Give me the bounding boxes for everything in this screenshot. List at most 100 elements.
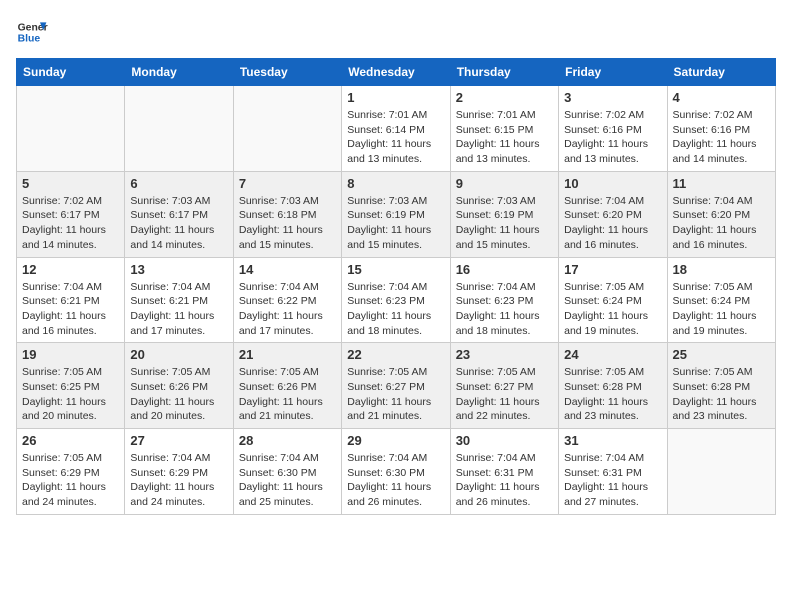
day-number: 29: [347, 433, 444, 448]
calendar-cell: 4 Sunrise: 7:02 AMSunset: 6:16 PMDaylight…: [667, 86, 775, 172]
day-info: Sunrise: 7:04 AMSunset: 6:23 PMDaylight:…: [347, 280, 444, 339]
day-number: 4: [673, 90, 770, 105]
day-number: 21: [239, 347, 336, 362]
day-number: 31: [564, 433, 661, 448]
day-info: Sunrise: 7:04 AMSunset: 6:20 PMDaylight:…: [564, 194, 661, 253]
day-number: 2: [456, 90, 553, 105]
day-info: Sunrise: 7:03 AMSunset: 6:19 PMDaylight:…: [456, 194, 553, 253]
day-info: Sunrise: 7:04 AMSunset: 6:20 PMDaylight:…: [673, 194, 770, 253]
day-number: 20: [130, 347, 227, 362]
calendar-cell: [125, 86, 233, 172]
col-header-saturday: Saturday: [667, 59, 775, 86]
calendar-cell: 18 Sunrise: 7:05 AMSunset: 6:24 PMDayligh…: [667, 257, 775, 343]
calendar-cell: 29 Sunrise: 7:04 AMSunset: 6:30 PMDayligh…: [342, 429, 450, 515]
calendar-cell: 13 Sunrise: 7:04 AMSunset: 6:21 PMDayligh…: [125, 257, 233, 343]
calendar-week-5: 26Sunrise: 7:05 AMSunset: 6:29 PMDayligh…: [17, 429, 776, 515]
calendar-cell: 5 Sunrise: 7:02 AMSunset: 6:17 PMDaylight…: [17, 171, 125, 257]
calendar-cell: 14 Sunrise: 7:04 AMSunset: 6:22 PMDayligh…: [233, 257, 341, 343]
day-info: Sunrise: 7:05 AMSunset: 6:28 PMDaylight:…: [673, 365, 770, 424]
col-header-tuesday: Tuesday: [233, 59, 341, 86]
day-info: Sunrise: 7:05 AMSunset: 6:25 PMDaylight:…: [22, 365, 119, 424]
day-number: 10: [564, 176, 661, 191]
calendar-header-row: SundayMondayTuesdayWednesdayThursdayFrid…: [17, 59, 776, 86]
calendar-cell: 19 Sunrise: 7:05 AMSunset: 6:25 PMDayligh…: [17, 343, 125, 429]
calendar-cell: 23 Sunrise: 7:05 AMSunset: 6:27 PMDayligh…: [450, 343, 558, 429]
day-info: Sunrise: 7:04 AMSunset: 6:31 PMDaylight:…: [456, 451, 553, 510]
day-number: 28: [239, 433, 336, 448]
calendar-cell: 30 Sunrise: 7:04 AMSunset: 6:31 PMDayligh…: [450, 429, 558, 515]
col-header-thursday: Thursday: [450, 59, 558, 86]
day-info: Sunrise: 7:04 AMSunset: 6:23 PMDaylight:…: [456, 280, 553, 339]
calendar-cell: 6Sunrise: 7:03 AMSunset: 6:17 PMDaylight…: [125, 171, 233, 257]
calendar-week-4: 19 Sunrise: 7:05 AMSunset: 6:25 PMDayligh…: [17, 343, 776, 429]
day-number: 7: [239, 176, 336, 191]
day-number: 5: [22, 176, 119, 191]
day-info: Sunrise: 7:02 AMSunset: 6:16 PMDaylight:…: [673, 108, 770, 167]
col-header-monday: Monday: [125, 59, 233, 86]
day-number: 23: [456, 347, 553, 362]
day-number: 19: [22, 347, 119, 362]
day-number: 14: [239, 262, 336, 277]
day-info: Sunrise: 7:05 AMSunset: 6:24 PMDaylight:…: [673, 280, 770, 339]
calendar-cell: 26Sunrise: 7:05 AMSunset: 6:29 PMDayligh…: [17, 429, 125, 515]
calendar-cell: 1 Sunrise: 7:01 AMSunset: 6:14 PMDaylight…: [342, 86, 450, 172]
day-number: 9: [456, 176, 553, 191]
calendar-cell: 9 Sunrise: 7:03 AMSunset: 6:19 PMDaylight…: [450, 171, 558, 257]
calendar-week-1: 1 Sunrise: 7:01 AMSunset: 6:14 PMDaylight…: [17, 86, 776, 172]
day-info: Sunrise: 7:01 AMSunset: 6:15 PMDaylight:…: [456, 108, 553, 167]
day-info: Sunrise: 7:05 AMSunset: 6:28 PMDaylight:…: [564, 365, 661, 424]
day-info: Sunrise: 7:04 AMSunset: 6:22 PMDaylight:…: [239, 280, 336, 339]
page-header: General Blue: [16, 16, 776, 48]
day-number: 17: [564, 262, 661, 277]
day-info: Sunrise: 7:05 AMSunset: 6:29 PMDaylight:…: [22, 451, 119, 510]
day-number: 22: [347, 347, 444, 362]
calendar-cell: 21 Sunrise: 7:05 AMSunset: 6:26 PMDayligh…: [233, 343, 341, 429]
calendar-cell: 8 Sunrise: 7:03 AMSunset: 6:19 PMDaylight…: [342, 171, 450, 257]
day-number: 15: [347, 262, 444, 277]
calendar-week-3: 12 Sunrise: 7:04 AMSunset: 6:21 PMDayligh…: [17, 257, 776, 343]
calendar-cell: 7Sunrise: 7:03 AMSunset: 6:18 PMDaylight…: [233, 171, 341, 257]
calendar-cell: 17 Sunrise: 7:05 AMSunset: 6:24 PMDayligh…: [559, 257, 667, 343]
day-number: 16: [456, 262, 553, 277]
day-info: Sunrise: 7:02 AMSunset: 6:17 PMDaylight:…: [22, 194, 119, 253]
day-number: 11: [673, 176, 770, 191]
calendar-cell: 3 Sunrise: 7:02 AMSunset: 6:16 PMDaylight…: [559, 86, 667, 172]
calendar-cell: [667, 429, 775, 515]
logo: General Blue: [16, 16, 52, 48]
day-number: 12: [22, 262, 119, 277]
day-info: Sunrise: 7:04 AMSunset: 6:21 PMDaylight:…: [130, 280, 227, 339]
calendar-cell: 20 Sunrise: 7:05 AMSunset: 6:26 PMDayligh…: [125, 343, 233, 429]
svg-text:Blue: Blue: [18, 34, 41, 45]
day-info: Sunrise: 7:05 AMSunset: 6:27 PMDaylight:…: [347, 365, 444, 424]
col-header-sunday: Sunday: [17, 59, 125, 86]
calendar-cell: 25 Sunrise: 7:05 AMSunset: 6:28 PMDayligh…: [667, 343, 775, 429]
calendar-cell: [17, 86, 125, 172]
day-info: Sunrise: 7:04 AMSunset: 6:30 PMDaylight:…: [347, 451, 444, 510]
day-info: Sunrise: 7:05 AMSunset: 6:26 PMDaylight:…: [239, 365, 336, 424]
day-number: 3: [564, 90, 661, 105]
calendar-cell: 2 Sunrise: 7:01 AMSunset: 6:15 PMDaylight…: [450, 86, 558, 172]
day-info: Sunrise: 7:05 AMSunset: 6:27 PMDaylight:…: [456, 365, 553, 424]
day-info: Sunrise: 7:03 AMSunset: 6:19 PMDaylight:…: [347, 194, 444, 253]
calendar-cell: 22 Sunrise: 7:05 AMSunset: 6:27 PMDayligh…: [342, 343, 450, 429]
day-number: 18: [673, 262, 770, 277]
day-info: Sunrise: 7:01 AMSunset: 6:14 PMDaylight:…: [347, 108, 444, 167]
day-info: Sunrise: 7:05 AMSunset: 6:26 PMDaylight:…: [130, 365, 227, 424]
day-number: 30: [456, 433, 553, 448]
day-info: Sunrise: 7:02 AMSunset: 6:16 PMDaylight:…: [564, 108, 661, 167]
day-number: 13: [130, 262, 227, 277]
calendar-table: SundayMondayTuesdayWednesdayThursdayFrid…: [16, 58, 776, 515]
calendar-cell: 16 Sunrise: 7:04 AMSunset: 6:23 PMDayligh…: [450, 257, 558, 343]
day-number: 8: [347, 176, 444, 191]
calendar-cell: 24Sunrise: 7:05 AMSunset: 6:28 PMDayligh…: [559, 343, 667, 429]
day-info: Sunrise: 7:04 AMSunset: 6:30 PMDaylight:…: [239, 451, 336, 510]
calendar-cell: 31Sunrise: 7:04 AMSunset: 6:31 PMDayligh…: [559, 429, 667, 515]
day-info: Sunrise: 7:03 AMSunset: 6:17 PMDaylight:…: [130, 194, 227, 253]
day-info: Sunrise: 7:05 AMSunset: 6:24 PMDaylight:…: [564, 280, 661, 339]
day-info: Sunrise: 7:04 AMSunset: 6:29 PMDaylight:…: [130, 451, 227, 510]
col-header-friday: Friday: [559, 59, 667, 86]
day-number: 25: [673, 347, 770, 362]
calendar-cell: 12Sunrise: 7:04 AMSunset: 6:21 PMDayligh…: [17, 257, 125, 343]
calendar-cell: 15 Sunrise: 7:04 AMSunset: 6:23 PMDayligh…: [342, 257, 450, 343]
day-number: 1: [347, 90, 444, 105]
